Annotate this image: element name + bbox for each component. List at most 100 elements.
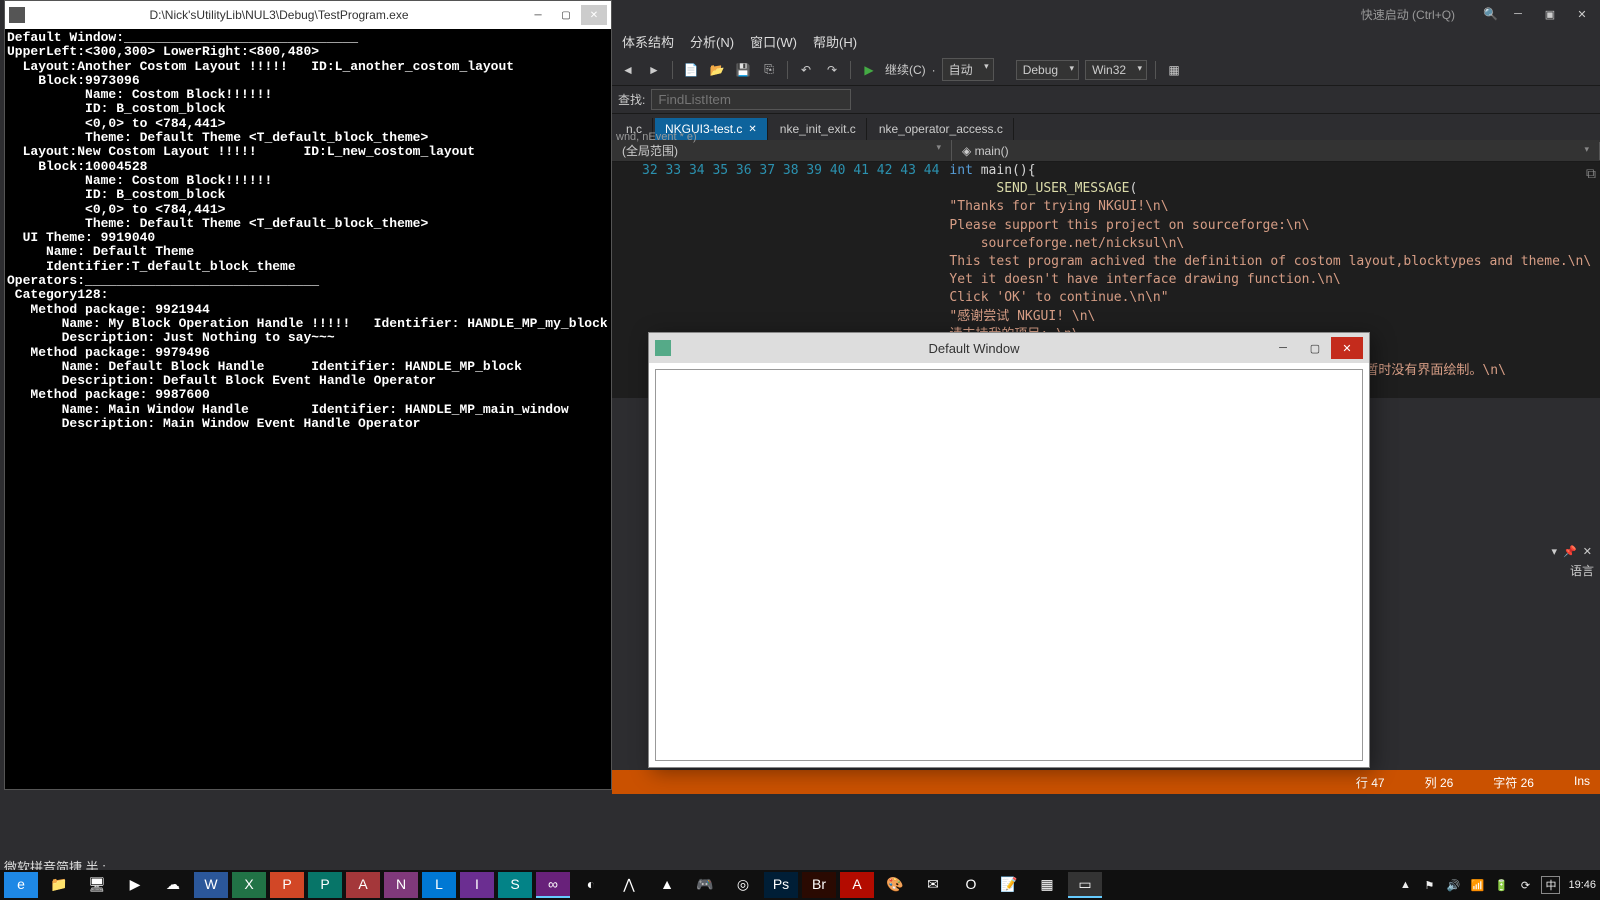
menu-item[interactable]: 窗口(W) <box>750 32 797 51</box>
maximize-button[interactable]: ▢ <box>553 5 579 25</box>
tray-network-icon[interactable]: 📶 <box>1469 877 1485 893</box>
popup-maximize-button[interactable]: ▢ <box>1299 337 1331 359</box>
toolbar-extra-icon[interactable]: ▦ <box>1164 60 1184 80</box>
console-title: D:\Nick'sUtilityLib\NUL3\Debug\TestProgr… <box>33 8 525 22</box>
vs-find-bar: 查找: <box>612 86 1600 114</box>
menu-item[interactable]: 帮助(H) <box>813 32 857 51</box>
vs-close-button[interactable]: ✕ <box>1570 5 1594 23</box>
open-icon[interactable]: 📂 <box>707 60 727 80</box>
taskbar-app-vs[interactable]: ∞ <box>536 872 570 898</box>
taskbar-app-pdf[interactable]: A <box>840 872 874 898</box>
menu-item[interactable]: 体系结构 <box>622 32 674 51</box>
taskbar-app-note[interactable]: 📝 <box>992 872 1026 898</box>
taskbar-app-access[interactable]: A <box>346 872 380 898</box>
console-app-icon <box>9 7 25 23</box>
vs-title-bar[interactable]: 快速启动 (Ctrl+Q) 🔍 ─ ▣ ✕ <box>612 0 1600 28</box>
vs-restore-button[interactable]: ▣ <box>1538 5 1562 23</box>
save-all-icon[interactable]: ⎘ <box>759 60 779 80</box>
tray-sync-icon[interactable]: ⟳ <box>1517 877 1533 893</box>
popup-titlebar[interactable]: Default Window ─ ▢ ✕ <box>649 333 1369 363</box>
taskbar-app-mail[interactable]: ✉ <box>916 872 950 898</box>
scope-bar: (全局范围)▾ ◈ main()▾ <box>612 140 1600 162</box>
console-titlebar[interactable]: D:\Nick'sUtilityLib\NUL3\Debug\TestProgr… <box>5 1 611 29</box>
taskbar-app-remote[interactable]: ▭ <box>1068 872 1102 898</box>
editor-tab[interactable]: nke_init_exit.c <box>770 118 867 140</box>
split-icon[interactable]: ⧉ <box>1586 166 1596 182</box>
side-close-icon[interactable]: ✕ <box>1583 545 1592 558</box>
taskbar-app-vlc[interactable]: ▲ <box>650 872 684 898</box>
popup-close-button[interactable]: ✕ <box>1331 337 1363 359</box>
find-input[interactable] <box>651 89 851 110</box>
vs-menu-bar: 体系结构分析(N) 窗口(W) 帮助(H) <box>612 28 1600 54</box>
save-icon[interactable]: 💾 <box>733 60 753 80</box>
console-output: Default Window:_________________________… <box>5 29 611 433</box>
undo-icon[interactable]: ↶ <box>796 60 816 80</box>
continue-label[interactable]: 继续(C) <box>885 61 926 78</box>
taskbar: e📁🖥▶☁WXPPANLIS∞◐⋀▲🎮◎PsBrA🎨✉O📝▦▭ ▲ ⚑ 🔊 📶 … <box>0 870 1600 900</box>
tab-sub-label: wnd, nEvent * e) <box>616 131 697 143</box>
taskbar-app-paint[interactable]: 🎨 <box>878 872 912 898</box>
taskbar-app-store[interactable]: ☁ <box>156 872 190 898</box>
taskbar-app-pub[interactable]: P <box>308 872 342 898</box>
taskbar-app-ppt[interactable]: P <box>270 872 304 898</box>
taskbar-app-media[interactable]: ▶ <box>118 872 152 898</box>
system-tray: ▲ ⚑ 🔊 📶 🔋 ⟳ 中 19:46 <box>1397 876 1596 894</box>
close-button[interactable]: ✕ <box>581 5 607 25</box>
tray-flag-icon[interactable]: ⚑ <box>1421 877 1437 893</box>
tray-volume-icon[interactable]: 🔊 <box>1445 877 1461 893</box>
tray-up-icon[interactable]: ▲ <box>1397 877 1413 893</box>
popup-title: Default Window <box>681 341 1267 356</box>
taskbar-app-app1[interactable]: ◎ <box>726 872 760 898</box>
status-line: 行 47 <box>1356 774 1385 791</box>
vs-minimize-button[interactable]: ─ <box>1506 5 1530 23</box>
taskbar-app-folder[interactable]: 📁 <box>42 872 76 898</box>
config-combo-1[interactable]: 自动 <box>942 58 994 81</box>
vs-toolbar: ◄ ► 📄 📂 💾 ⎘ ↶ ↷ ▶ 继续(C) · 自动 Debug Win32… <box>612 54 1600 86</box>
find-label: 查找: <box>618 91 645 108</box>
pin-icon[interactable]: 📌 <box>1563 545 1577 558</box>
vs-status-bar: 行 47 列 26 字符 26 Ins <box>612 770 1600 794</box>
popup-minimize-button[interactable]: ─ <box>1267 337 1299 359</box>
taskbar-app-ie[interactable]: e <box>4 872 38 898</box>
taskbar-app-office[interactable]: O <box>954 872 988 898</box>
status-char: 字符 26 <box>1493 774 1534 791</box>
minimize-button[interactable]: ─ <box>525 5 551 25</box>
taskbar-app-calc[interactable]: ▦ <box>1030 872 1064 898</box>
taskbar-app-br[interactable]: Br <box>802 872 836 898</box>
taskbar-app-game[interactable]: 🎮 <box>688 872 722 898</box>
menu-item[interactable]: 分析(N) <box>690 32 734 51</box>
taskbar-app-ps[interactable]: Ps <box>764 872 798 898</box>
editor-tab-bar: n.cNKGUI3-test.c ✕nke_init_exit.cnke_ope… <box>612 114 1600 140</box>
taskbar-app-infopath[interactable]: I <box>460 872 494 898</box>
taskbar-app-lync[interactable]: L <box>422 872 456 898</box>
nav-back-icon[interactable]: ◄ <box>618 60 638 80</box>
console-window: D:\Nick'sUtilityLib\NUL3\Debug\TestProgr… <box>4 0 612 790</box>
side-panel-header[interactable]: ▾📌✕ <box>1544 540 1600 562</box>
scope-function[interactable]: ◈ main()▾ <box>952 142 1600 160</box>
quick-launch[interactable]: 快速启动 (Ctrl+Q) <box>1361 6 1455 23</box>
taskbar-app-sharepoint[interactable]: S <box>498 872 532 898</box>
status-col: 列 26 <box>1425 774 1454 791</box>
taskbar-app-comp[interactable]: ⋀ <box>612 872 646 898</box>
nav-forward-icon[interactable]: ► <box>644 60 664 80</box>
default-window-popup: Default Window ─ ▢ ✕ <box>648 332 1370 768</box>
taskbar-app-word[interactable]: W <box>194 872 228 898</box>
taskbar-app-blender[interactable]: ◐ <box>574 872 608 898</box>
ime-indicator[interactable]: 中 <box>1541 876 1560 894</box>
search-icon[interactable]: 🔍 <box>1483 7 1498 21</box>
taskbar-app-onenote[interactable]: N <box>384 872 418 898</box>
new-icon[interactable]: 📄 <box>681 60 701 80</box>
config-combo-debug[interactable]: Debug <box>1016 60 1079 80</box>
tray-battery-icon[interactable]: 🔋 <box>1493 877 1509 893</box>
popup-client-area[interactable] <box>655 369 1363 761</box>
config-combo-platform[interactable]: Win32 <box>1085 60 1147 80</box>
editor-tab[interactable]: nke_operator_access.c <box>869 118 1014 140</box>
side-panel-label: 语言 <box>1570 562 1594 579</box>
clock[interactable]: 19:46 <box>1568 879 1596 891</box>
taskbar-app-desktop[interactable]: 🖥 <box>80 872 114 898</box>
redo-icon[interactable]: ↷ <box>822 60 842 80</box>
taskbar-app-excel[interactable]: X <box>232 872 266 898</box>
continue-icon[interactable]: ▶ <box>859 60 879 80</box>
scope-global[interactable]: (全局范围)▾ <box>612 140 952 161</box>
tab-close-icon[interactable]: ✕ <box>748 124 756 135</box>
